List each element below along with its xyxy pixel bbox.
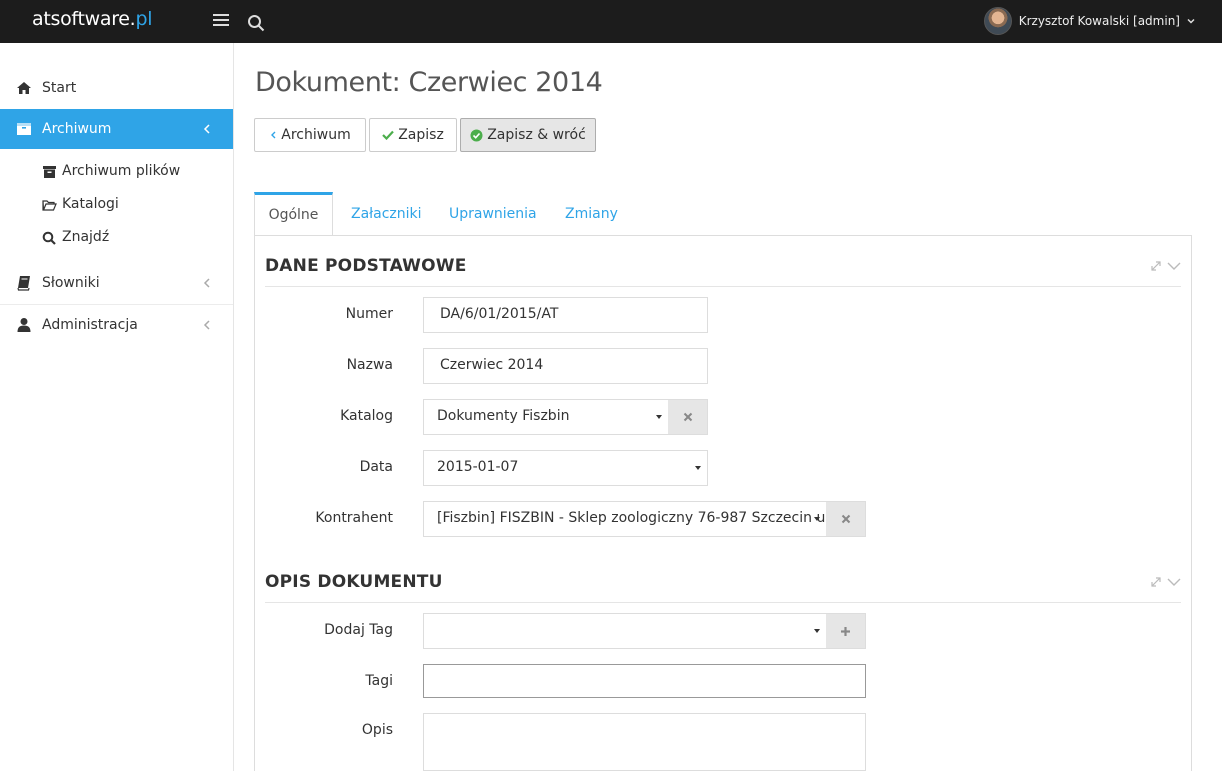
data-label: Data: [359, 459, 393, 475]
chevron-down-icon: [1187, 18, 1195, 24]
back-button[interactable]: Archiwum: [254, 118, 366, 152]
opis-label: Opis: [361, 722, 393, 738]
section-tools: [1150, 576, 1182, 590]
sidebar-item-label: Archiwum: [42, 121, 112, 137]
kontrahent-select[interactable]: [Fiszbin] FISZBIN - Sklep zoologiczny 76…: [423, 501, 827, 537]
caret-down-icon: [695, 466, 701, 470]
search-icon[interactable]: [247, 14, 265, 32]
tab-zalaczniki[interactable]: Załaczniki: [351, 192, 422, 236]
katalog-clear-button[interactable]: [668, 399, 708, 435]
katalog-label: Katalog: [340, 408, 393, 424]
sidebar-item-label: Administracja: [42, 317, 138, 333]
collapse-chevron-icon[interactable]: [1166, 260, 1182, 272]
archive-icon: [17, 123, 31, 135]
sidebar-subitem-znajdz[interactable]: Znajdź: [0, 223, 233, 253]
home-icon: [17, 82, 31, 94]
nazwa-input[interactable]: Czerwiec 2014: [423, 348, 708, 384]
chevron-left-icon: [271, 131, 276, 139]
add-tag-button[interactable]: [826, 613, 866, 649]
expand-icon[interactable]: [1150, 576, 1162, 588]
close-icon: [683, 412, 692, 422]
sidebar-item-label: Start: [42, 80, 77, 96]
page-title: Dokument: Czerwiec 2014: [255, 67, 603, 98]
save-return-button-label: Zapisz & wróć: [487, 127, 586, 143]
chevron-left-icon: [203, 124, 210, 134]
sidebar-item-start[interactable]: Start: [0, 68, 233, 108]
kontrahent-label: Kontrahent: [315, 510, 393, 526]
dodaj-tag-select[interactable]: [423, 613, 827, 649]
kontrahent-select-value: [Fiszbin] FISZBIN - Sklep zoologiczny 76…: [437, 510, 827, 526]
expand-icon[interactable]: [1150, 260, 1162, 272]
user-menu[interactable]: Krzysztof Kowalski [admin]: [983, 7, 1196, 35]
search-icon: [42, 231, 56, 245]
sidebar-item-slowniki[interactable]: Słowniki: [0, 263, 233, 303]
sidebar-item-label: Słowniki: [42, 275, 100, 291]
folder-open-icon: [42, 200, 57, 211]
section-divider: [265, 286, 1181, 287]
tab-zmiany[interactable]: Zmiany: [565, 192, 618, 236]
numer-input[interactable]: DA/6/01/2015/AT: [423, 297, 708, 333]
sidebar-item-label: Znajdź: [62, 229, 110, 245]
close-icon: [841, 514, 850, 524]
avatar: [983, 7, 1012, 35]
save-return-button[interactable]: Zapisz & wróć: [460, 118, 596, 152]
tagi-input[interactable]: [423, 664, 866, 698]
sidebar-subitem-archiwum-plikow[interactable]: Archiwum plików: [0, 157, 233, 187]
save-button-label: Zapisz: [398, 127, 444, 143]
numer-label: Numer: [345, 306, 393, 322]
tagi-label: Tagi: [365, 673, 393, 689]
check-circle-icon: [470, 129, 483, 141]
katalog-select-value: Dokumenty Fiszbin: [437, 408, 570, 424]
sidebar-subitem-katalogi[interactable]: Katalogi: [0, 190, 233, 220]
book-icon: [17, 276, 30, 291]
tab-uprawnienia[interactable]: Uprawnienia: [449, 192, 537, 236]
dodaj-tag-label: Dodaj Tag: [324, 622, 393, 638]
sidebar-item-label: Katalogi: [62, 196, 119, 212]
sidebar-item-label: Archiwum plików: [62, 163, 181, 179]
check-icon: [382, 130, 395, 140]
chevron-left-icon: [203, 320, 210, 330]
archive-box-icon: [43, 166, 56, 178]
section-tools: [1150, 260, 1182, 274]
section-title-dane-podstawowe: DANE PODSTAWOWE: [265, 256, 467, 276]
sidebar-item-administracja[interactable]: Administracja: [0, 305, 233, 345]
katalog-select[interactable]: Dokumenty Fiszbin: [423, 399, 669, 435]
plus-icon: [841, 626, 850, 636]
menu-toggle-icon[interactable]: [213, 14, 229, 28]
section-title-opis-dokumentu: OPIS DOKUMENTU: [265, 572, 443, 592]
caret-down-icon: [656, 415, 662, 419]
top-navbar: atsoftware.pl Krzysztof Kowalski [admin]: [0, 0, 1222, 43]
chevron-left-icon: [203, 278, 210, 288]
user-icon: [17, 318, 31, 332]
save-button[interactable]: Zapisz: [369, 118, 457, 152]
brand-logo[interactable]: atsoftware.pl: [32, 8, 152, 30]
section-divider: [265, 602, 1181, 603]
kontrahent-clear-button[interactable]: [826, 501, 866, 537]
data-select[interactable]: 2015-01-07: [423, 450, 708, 486]
user-name: Krzysztof Kowalski [admin]: [1018, 14, 1180, 28]
opis-textarea[interactable]: [423, 713, 866, 771]
back-button-label: Archiwum: [281, 127, 351, 143]
sidebar-item-archiwum[interactable]: Archiwum: [0, 109, 233, 149]
tab-ogolne[interactable]: Ogólne: [254, 192, 333, 236]
nazwa-label: Nazwa: [346, 357, 393, 373]
sidebar: Start Archiwum Archiwum plików Katalogi …: [0, 43, 234, 771]
caret-down-icon: [814, 517, 820, 521]
data-select-value: 2015-01-07: [437, 459, 519, 475]
collapse-chevron-icon[interactable]: [1166, 576, 1182, 588]
caret-down-icon: [814, 629, 820, 633]
